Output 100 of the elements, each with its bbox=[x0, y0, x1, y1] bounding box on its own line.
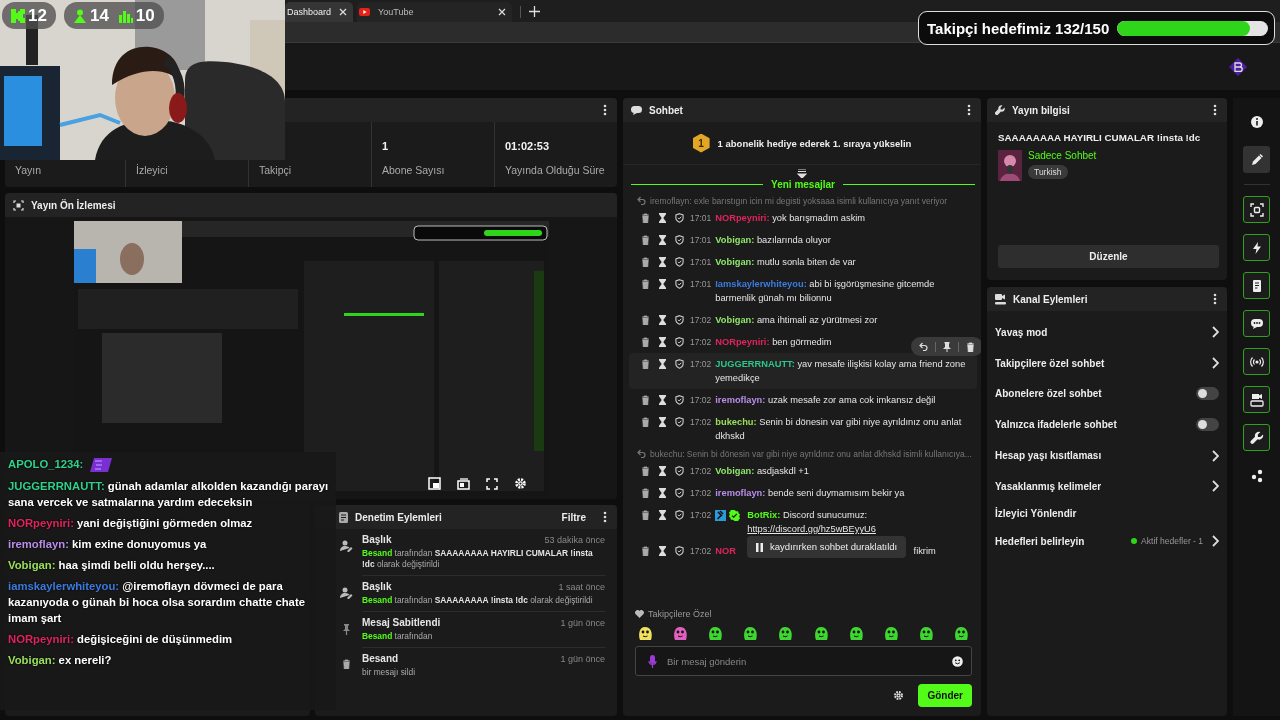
timeout-icon[interactable] bbox=[658, 546, 667, 556]
new-tab-icon[interactable] bbox=[529, 6, 541, 17]
shield-icon[interactable] bbox=[675, 279, 684, 289]
trash-icon[interactable] bbox=[641, 279, 650, 289]
shield-icon[interactable] bbox=[675, 337, 684, 347]
shield-icon[interactable] bbox=[675, 488, 684, 498]
message-input[interactable]: Bir mesaj gönderin bbox=[635, 646, 972, 676]
emote-icon[interactable] bbox=[777, 625, 794, 641]
reply-icon[interactable] bbox=[919, 342, 928, 351]
emote-icon[interactable] bbox=[672, 625, 689, 641]
emote-icon[interactable] bbox=[707, 625, 724, 641]
chevron-icon[interactable] bbox=[1212, 535, 1219, 548]
trash-icon[interactable] bbox=[641, 510, 650, 520]
emote-icon[interactable] bbox=[882, 625, 899, 641]
shield-icon[interactable] bbox=[675, 546, 684, 556]
category-link[interactable]: Sadece Sohbet bbox=[1028, 150, 1097, 161]
fullscreen-icon[interactable] bbox=[485, 477, 498, 490]
timeout-icon[interactable] bbox=[658, 417, 667, 427]
wrench-icon[interactable] bbox=[1243, 424, 1270, 451]
timeout-icon[interactable] bbox=[658, 466, 667, 476]
username[interactable]: NOR bbox=[715, 546, 736, 556]
timeout-icon[interactable] bbox=[658, 213, 667, 223]
pencil-icon[interactable] bbox=[1243, 146, 1270, 173]
menu-item[interactable]: Hedefleri belirleyin bbox=[995, 535, 1126, 547]
close-icon[interactable] bbox=[498, 8, 507, 16]
timeout-icon[interactable] bbox=[658, 359, 667, 369]
chevron-icon[interactable] bbox=[1212, 357, 1219, 370]
browser-tab[interactable]: Dashboard bbox=[285, 2, 354, 22]
trash-icon[interactable] bbox=[641, 395, 650, 405]
avatar-icon[interactable] bbox=[1228, 56, 1248, 77]
message-link[interactable]: https://discord.gg/hz5wBEyyU6 bbox=[747, 524, 876, 534]
stat-label: Abone Sayısı bbox=[382, 164, 446, 176]
capture-icon[interactable] bbox=[1243, 196, 1270, 223]
emote-icon[interactable] bbox=[742, 625, 759, 641]
edit-button[interactable]: Düzenle bbox=[998, 245, 1219, 268]
more-icon[interactable] bbox=[1213, 293, 1217, 305]
timeout-icon[interactable] bbox=[658, 395, 667, 405]
trash-icon[interactable] bbox=[641, 546, 650, 556]
shield-icon[interactable] bbox=[675, 510, 684, 520]
more-icon[interactable] bbox=[1213, 104, 1217, 116]
emote-icon[interactable] bbox=[917, 625, 934, 641]
tag[interactable]: Turkish bbox=[1028, 165, 1068, 179]
menu-item[interactable]: Hesap yaşı kısıtlaması bbox=[995, 450, 1206, 462]
shield-icon[interactable] bbox=[675, 257, 684, 267]
emote-icon[interactable] bbox=[637, 625, 653, 641]
send-button[interactable]: Gönder bbox=[918, 684, 972, 707]
more-icon[interactable] bbox=[603, 104, 607, 116]
close-icon[interactable] bbox=[339, 8, 348, 16]
trash-icon[interactable] bbox=[641, 488, 650, 498]
pip-icon[interactable] bbox=[427, 477, 441, 490]
menu-item[interactable]: İzleyici Yönlendir bbox=[995, 508, 1219, 520]
trash-icon[interactable] bbox=[641, 315, 650, 325]
trash-icon[interactable] bbox=[641, 213, 650, 223]
camera-icon[interactable] bbox=[1243, 386, 1270, 413]
menu-item[interactable]: Yasaklanmış kelimeler bbox=[995, 480, 1206, 492]
shield-icon[interactable] bbox=[675, 395, 684, 405]
filter-button[interactable]: Filtre bbox=[561, 511, 586, 523]
more-icon[interactable] bbox=[967, 104, 971, 116]
mic-icon[interactable] bbox=[648, 654, 657, 668]
timeout-icon[interactable] bbox=[658, 337, 667, 347]
timeout-icon[interactable] bbox=[658, 257, 667, 267]
trash-icon[interactable] bbox=[641, 257, 650, 267]
pin-icon[interactable] bbox=[943, 341, 951, 352]
emote-icon[interactable] bbox=[847, 625, 864, 641]
chevron-icon[interactable] bbox=[1212, 449, 1219, 462]
theater-icon[interactable] bbox=[456, 477, 470, 490]
trash-icon[interactable] bbox=[641, 466, 650, 476]
scroll-down-icon[interactable] bbox=[797, 169, 807, 178]
chevron-icon[interactable] bbox=[1212, 480, 1219, 493]
chat-icon[interactable] bbox=[1243, 310, 1270, 337]
shield-icon[interactable] bbox=[675, 235, 684, 245]
shield-icon[interactable] bbox=[675, 213, 684, 223]
emote-icon[interactable] bbox=[812, 625, 829, 641]
timeout-icon[interactable] bbox=[658, 315, 667, 325]
trash-icon[interactable] bbox=[641, 235, 650, 245]
shield-icon[interactable] bbox=[675, 466, 684, 476]
settings-icon[interactable] bbox=[893, 690, 905, 701]
emote-icon[interactable] bbox=[953, 625, 969, 641]
document-icon[interactable] bbox=[1243, 272, 1270, 299]
menu-item[interactable]: Yavaş mod bbox=[995, 326, 1206, 338]
shield-icon[interactable] bbox=[675, 359, 684, 369]
emoji-icon[interactable] bbox=[952, 655, 963, 667]
timeout-icon[interactable] bbox=[658, 510, 667, 520]
lightning-icon[interactable] bbox=[1243, 234, 1270, 261]
more-icon[interactable] bbox=[603, 511, 607, 523]
menu-item[interactable]: Takipçilere özel sohbet bbox=[995, 357, 1206, 369]
trash-icon[interactable] bbox=[341, 659, 351, 669]
browser-tab[interactable]: YouTube bbox=[357, 2, 513, 22]
toggle-switch[interactable] bbox=[1196, 387, 1219, 401]
timeout-icon[interactable] bbox=[658, 279, 667, 289]
chevron-icon[interactable] bbox=[1212, 326, 1219, 339]
trash-icon[interactable] bbox=[641, 337, 650, 347]
shield-icon[interactable] bbox=[675, 315, 684, 325]
trash-icon[interactable] bbox=[641, 359, 650, 369]
timeout-icon[interactable] bbox=[658, 235, 667, 245]
toggle-switch[interactable] bbox=[1196, 418, 1219, 432]
broadcast-icon[interactable] bbox=[1243, 348, 1270, 375]
timeout-icon[interactable] bbox=[658, 488, 667, 498]
trash-icon[interactable] bbox=[641, 417, 650, 427]
shield-icon[interactable] bbox=[675, 417, 684, 427]
